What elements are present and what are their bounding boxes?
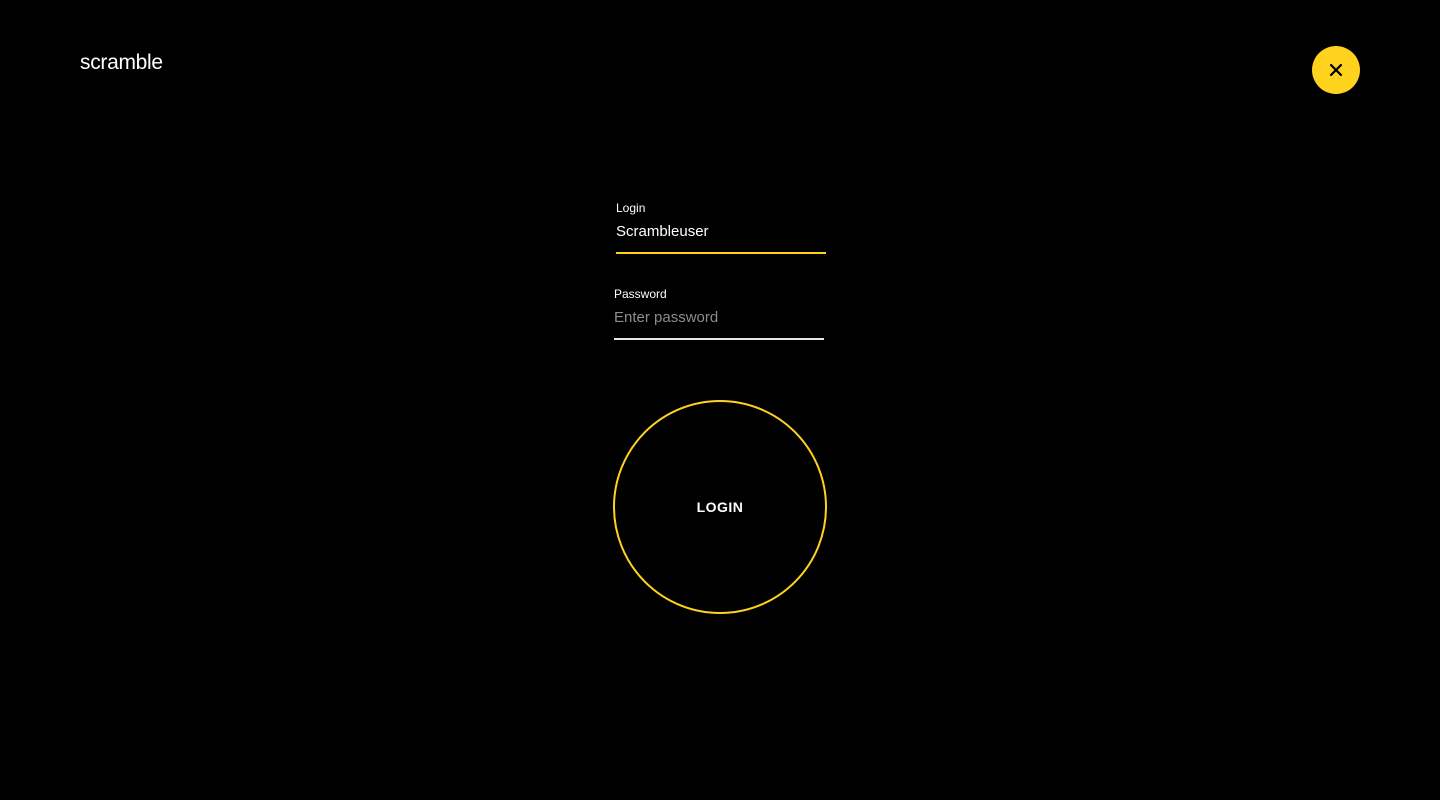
login-button[interactable]: LOGIN — [613, 400, 827, 614]
password-input[interactable] — [614, 308, 824, 340]
login-page: scramble Login Password LOGIN — [0, 0, 1440, 800]
scramble-logo[interactable]: scramble — [80, 50, 163, 76]
close-button[interactable] — [1312, 46, 1360, 94]
password-label: Password — [614, 287, 667, 301]
login-label: Login — [616, 201, 646, 215]
close-icon — [1329, 63, 1343, 77]
login-input[interactable] — [616, 222, 826, 254]
login-field-group: Login — [616, 200, 826, 254]
password-field-group: Password — [614, 286, 824, 340]
